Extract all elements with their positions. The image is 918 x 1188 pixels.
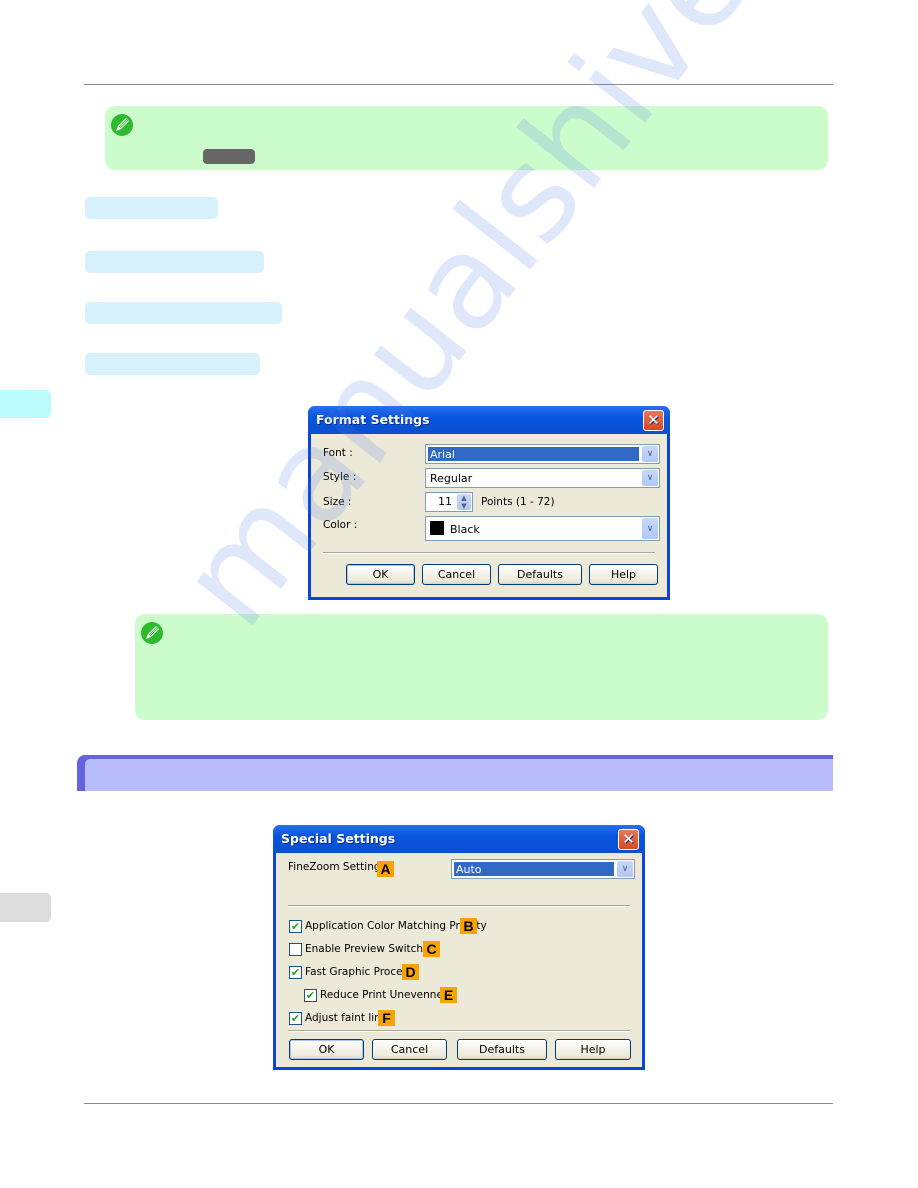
heading-pill [85, 197, 218, 219]
checkbox-adjust-faint-lines[interactable]: ✔ [289, 1012, 302, 1025]
callout-badge-d: D [402, 964, 419, 980]
defaults-button[interactable]: Defaults [457, 1039, 547, 1060]
note-box [105, 106, 828, 170]
dialog-separator [288, 905, 630, 907]
finezoom-select[interactable]: Auto ∨ [451, 859, 635, 879]
ok-button[interactable]: OK [289, 1039, 364, 1060]
callout-badge-e: E [440, 987, 457, 1003]
size-range: Points (1 - 72) [481, 496, 555, 508]
footer-rule [84, 1103, 833, 1104]
section-heading-bar [77, 755, 833, 791]
callout-badge-c: C [423, 941, 440, 957]
chevron-down-icon[interactable]: ∨ [642, 518, 658, 539]
color-select[interactable]: Black ∨ [425, 516, 660, 541]
pencil-note-icon [111, 114, 133, 136]
heading-pill [85, 302, 282, 324]
section-heading-fill [85, 759, 833, 791]
pencil-note-icon [141, 622, 163, 644]
check-icon: ✔ [305, 989, 316, 1002]
color-swatch [430, 521, 444, 535]
chapter-tab-active[interactable] [0, 390, 51, 418]
option-label: Enable Preview Switching [305, 943, 440, 955]
help-button[interactable]: Help [555, 1039, 631, 1060]
style-label: Style : [323, 471, 357, 483]
font-label: Font : [323, 447, 353, 459]
size-label: Size : [323, 496, 352, 508]
checkbox-enable-preview-switching[interactable] [289, 943, 302, 956]
dialog-separator [323, 552, 655, 554]
dialog-body: FineZoom Settings : A Auto ∨ ✔ Applicati… [276, 853, 642, 1067]
header-rule [84, 84, 833, 85]
size-spinner[interactable]: 11 ▲ ▼ [425, 492, 473, 512]
chapter-tab[interactable] [0, 893, 51, 922]
note-box [135, 614, 828, 720]
heading-pill [85, 251, 264, 273]
checkbox-fast-graphic-process[interactable]: ✔ [289, 966, 302, 979]
cancel-button[interactable]: Cancel [422, 564, 491, 585]
heading-pill [85, 353, 260, 375]
close-icon[interactable]: ✕ [643, 410, 664, 431]
font-select[interactable]: Arial ∨ [425, 444, 660, 464]
help-button[interactable]: Help [589, 564, 658, 585]
checkbox-app-color-matching[interactable]: ✔ [289, 920, 302, 933]
check-icon: ✔ [290, 920, 301, 933]
chevron-down-icon[interactable]: ∨ [642, 470, 658, 486]
finezoom-value: Auto [454, 862, 614, 876]
color-value: Black [450, 523, 480, 536]
dialog-title: Format Settings [316, 412, 430, 427]
checkbox-reduce-print-unevenness[interactable]: ✔ [304, 989, 317, 1002]
option-label: Fast Graphic Process [305, 966, 414, 978]
spin-arrows-icon[interactable]: ▲ ▼ [457, 494, 471, 510]
dialog-title: Special Settings [281, 831, 396, 846]
callout-badge-b: B [460, 918, 477, 934]
style-value: Regular [430, 472, 473, 485]
dialog-separator [288, 1030, 630, 1032]
dialog-title-bar: Special Settings ✕ [273, 825, 645, 853]
check-icon: ✔ [290, 966, 301, 979]
defaults-button[interactable]: Defaults [498, 564, 582, 585]
style-select[interactable]: Regular ∨ [425, 468, 660, 488]
font-value: Arial [428, 447, 639, 461]
color-label: Color : [323, 519, 358, 531]
cancel-button[interactable]: Cancel [372, 1039, 447, 1060]
option-label: Reduce Print Unevenness [320, 989, 454, 1001]
size-value: 11 [438, 495, 452, 508]
chevron-down-icon[interactable]: ∨ [617, 861, 633, 877]
ok-button[interactable]: OK [346, 564, 415, 585]
callout-badge-a: A [377, 861, 394, 877]
chevron-down-icon[interactable]: ∨ [642, 446, 658, 462]
close-icon[interactable]: ✕ [618, 829, 639, 850]
format-settings-dialog: Format Settings ✕ Font : Arial ∨ Style :… [308, 406, 670, 600]
redacted-key-label [203, 149, 255, 164]
check-icon: ✔ [290, 1012, 301, 1025]
special-settings-dialog: Special Settings ✕ FineZoom Settings : A… [273, 825, 645, 1070]
dialog-title-bar: Format Settings ✕ [308, 406, 670, 434]
callout-badge-f: F [378, 1010, 395, 1026]
dialog-body: Font : Arial ∨ Style : Regular ∨ Size : … [311, 434, 667, 597]
